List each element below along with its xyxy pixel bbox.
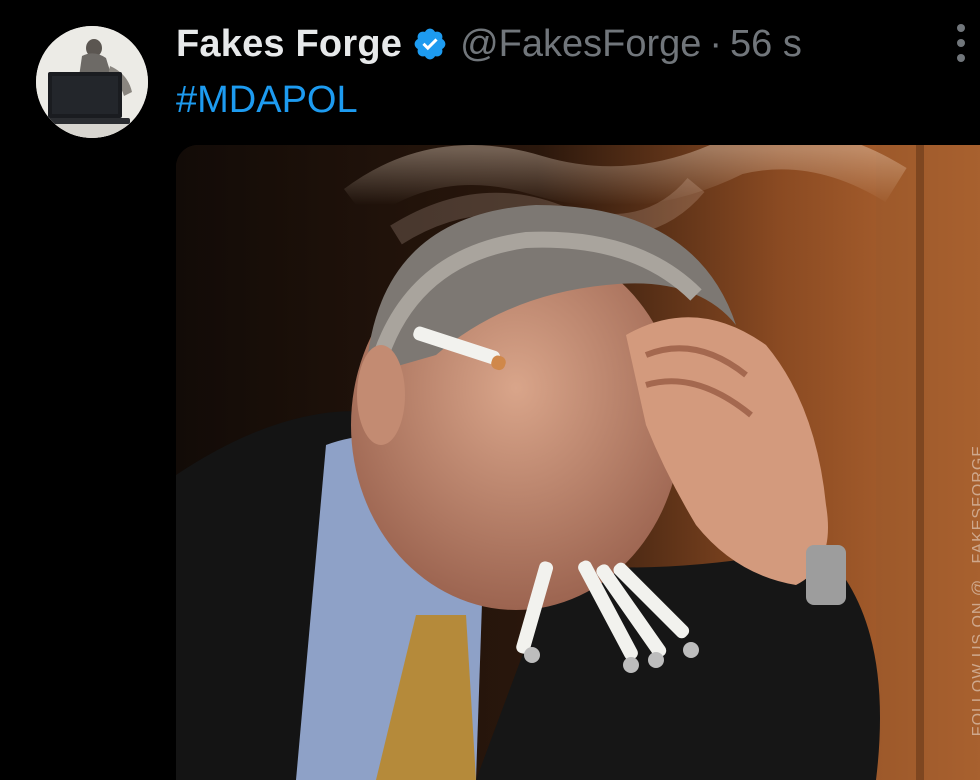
- photo-content: [176, 145, 980, 780]
- separator-dot: ·: [709, 22, 723, 65]
- tweet-post[interactable]: Fakes Forge @FakesForge · 56 s #MDAPOL F…: [0, 0, 980, 780]
- more-options-icon[interactable]: [956, 24, 966, 66]
- verified-badge-icon: [412, 26, 448, 62]
- post-timestamp[interactable]: 56 s: [730, 23, 802, 66]
- author-display-name[interactable]: Fakes Forge: [176, 23, 402, 66]
- avatar-image: [36, 26, 148, 138]
- author-handle[interactable]: @FakesForge: [460, 23, 701, 66]
- media-watermark: FOLLOW US ON @ _FAKESFORGE: [970, 445, 980, 737]
- post-header: Fakes Forge @FakesForge · 56 s: [176, 16, 802, 72]
- post-media-photo[interactable]: FOLLOW US ON @ _FAKESFORGE: [176, 145, 980, 780]
- avatar[interactable]: [36, 26, 148, 138]
- post-hashtag-link[interactable]: #MDAPOL: [176, 74, 358, 126]
